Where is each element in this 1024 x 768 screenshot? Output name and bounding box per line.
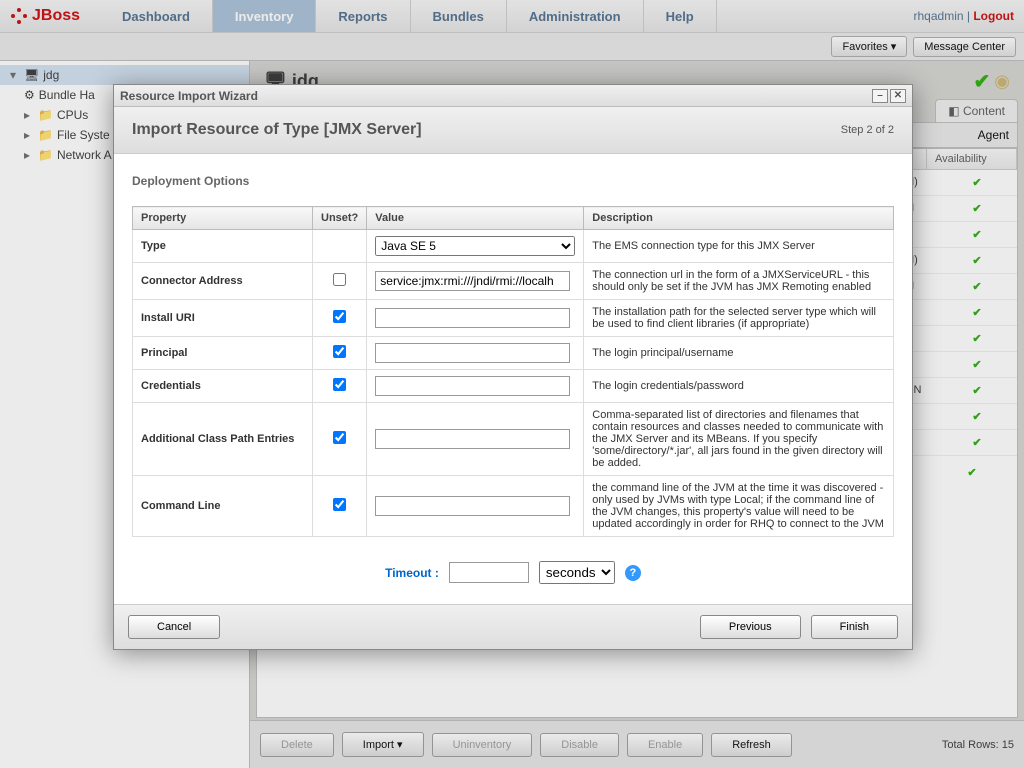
section-label: Deployment Options bbox=[132, 174, 894, 188]
prop-desc: The installation path for the selected s… bbox=[584, 300, 894, 337]
prop-row-5: Additional Class Path Entries Comma-separ… bbox=[133, 403, 894, 476]
properties-table: Property Unset? Value Description Type Ja… bbox=[132, 206, 894, 537]
unset-checkbox[interactable] bbox=[333, 345, 346, 358]
prop-label: Connector Address bbox=[133, 263, 313, 300]
modal-header: Import Resource of Type [JMX Server] Ste… bbox=[114, 107, 912, 154]
value-input[interactable] bbox=[375, 496, 570, 516]
prop-value bbox=[367, 337, 584, 370]
prop-value: Java SE 5 bbox=[367, 230, 584, 263]
import-wizard-modal: Resource Import Wizard – ✕ Import Resour… bbox=[113, 84, 913, 650]
value-select[interactable]: Java SE 5 bbox=[375, 236, 575, 256]
prop-row-6: Command Line the command line of the JVM … bbox=[133, 476, 894, 537]
timeout-unit-select[interactable]: seconds bbox=[539, 561, 615, 584]
unset-checkbox[interactable] bbox=[333, 431, 346, 444]
prop-desc: The EMS connection type for this JMX Ser… bbox=[584, 230, 894, 263]
value-input[interactable] bbox=[375, 271, 570, 291]
prop-label: Credentials bbox=[133, 370, 313, 403]
cancel-button[interactable]: Cancel bbox=[128, 615, 220, 639]
finish-button[interactable]: Finish bbox=[811, 615, 898, 639]
th-property: Property bbox=[133, 207, 313, 230]
help-icon[interactable]: ? bbox=[625, 565, 641, 581]
modal-footer: Cancel Previous Finish bbox=[114, 604, 912, 649]
prop-row-3: Principal The login principal/username bbox=[133, 337, 894, 370]
prop-label: Type bbox=[133, 230, 313, 263]
prop-unset bbox=[313, 263, 367, 300]
th-description: Description bbox=[584, 207, 894, 230]
prop-desc: Comma-separated list of directories and … bbox=[584, 403, 894, 476]
unset-checkbox[interactable] bbox=[333, 273, 346, 286]
value-input[interactable] bbox=[375, 376, 570, 396]
timeout-label: Timeout : bbox=[385, 566, 439, 580]
prop-row-1: Connector Address The connection url in t… bbox=[133, 263, 894, 300]
modal-title-text: Resource Import Wizard bbox=[120, 89, 258, 103]
prop-desc: The login credentials/password bbox=[584, 370, 894, 403]
prop-value bbox=[367, 263, 584, 300]
prop-value bbox=[367, 370, 584, 403]
timeout-row: Timeout : seconds ? bbox=[132, 561, 894, 584]
modal-body: Deployment Options Property Unset? Value… bbox=[114, 154, 912, 604]
prop-label: Additional Class Path Entries bbox=[133, 403, 313, 476]
prop-value bbox=[367, 476, 584, 537]
th-value: Value bbox=[367, 207, 584, 230]
modal-heading: Import Resource of Type [JMX Server] bbox=[132, 121, 422, 139]
unset-checkbox[interactable] bbox=[333, 310, 346, 323]
value-input[interactable] bbox=[375, 308, 570, 328]
prop-unset bbox=[313, 300, 367, 337]
wizard-step: Step 2 of 2 bbox=[841, 124, 894, 136]
unset-checkbox[interactable] bbox=[333, 498, 346, 511]
prop-label: Command Line bbox=[133, 476, 313, 537]
value-input[interactable] bbox=[375, 429, 570, 449]
prop-unset bbox=[313, 370, 367, 403]
modal-titlebar[interactable]: Resource Import Wizard – ✕ bbox=[114, 85, 912, 107]
prop-row-0: Type Java SE 5 The EMS connection type for… bbox=[133, 230, 894, 263]
prop-row-4: Credentials The login credentials/passwor… bbox=[133, 370, 894, 403]
prop-unset bbox=[313, 476, 367, 537]
prop-row-2: Install URI The installation path for the… bbox=[133, 300, 894, 337]
th-unset: Unset? bbox=[313, 207, 367, 230]
prop-label: Principal bbox=[133, 337, 313, 370]
prop-value bbox=[367, 403, 584, 476]
prop-label: Install URI bbox=[133, 300, 313, 337]
prop-unset bbox=[313, 230, 367, 263]
prop-desc: the command line of the JVM at the time … bbox=[584, 476, 894, 537]
prop-desc: The login principal/username bbox=[584, 337, 894, 370]
timeout-input[interactable] bbox=[449, 562, 529, 583]
prop-value bbox=[367, 300, 584, 337]
unset-checkbox[interactable] bbox=[333, 378, 346, 391]
prop-desc: The connection url in the form of a JMXS… bbox=[584, 263, 894, 300]
prop-unset bbox=[313, 337, 367, 370]
previous-button[interactable]: Previous bbox=[700, 615, 801, 639]
close-icon[interactable]: ✕ bbox=[890, 89, 906, 103]
value-input[interactable] bbox=[375, 343, 570, 363]
prop-unset bbox=[313, 403, 367, 476]
minimize-icon[interactable]: – bbox=[872, 89, 888, 103]
